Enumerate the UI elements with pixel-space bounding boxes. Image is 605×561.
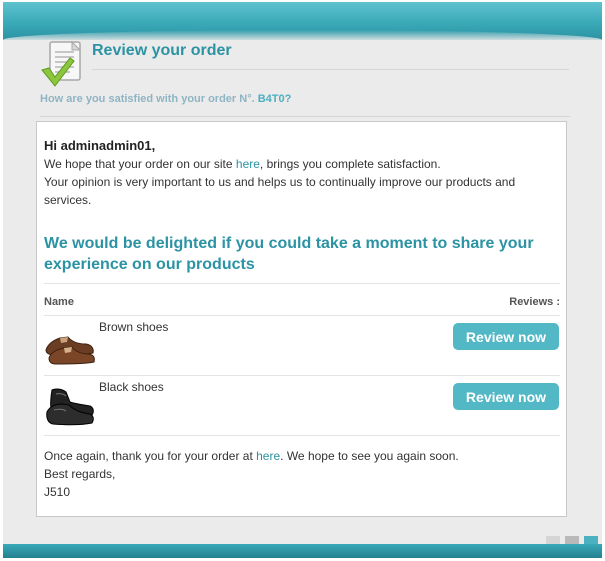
pager-dot-active[interactable] [584,536,598,544]
signature: J510 [44,485,71,499]
product-row: Black shoes Review now [44,378,560,436]
product-row: Brown shoes Review now [44,318,560,376]
black-shoes-icon [46,388,94,426]
order-question: How are you satisfied with your order N°… [40,93,291,105]
closing-text-end: . We hope to see you again soon. [280,449,459,463]
order-question-text: How are you satisfied with your order N°… [40,93,255,105]
site-link[interactable]: here [256,449,280,463]
pager-dot[interactable] [565,536,579,544]
greeting: Hi adminadmin01, [44,138,156,153]
review-headline: We would be delighted if you could take … [44,235,534,273]
column-header-reviews: Reviews : [509,296,560,308]
product-name: Black shoes [99,380,164,394]
divider [44,283,560,284]
brown-shoes-icon [45,336,95,365]
document-checkmark-icon [41,40,82,87]
intro-text-line2: Your opinion is very important to us and… [44,175,516,207]
header-band [3,2,602,40]
page-title: Review your order [92,42,232,59]
intro-text-end: , brings you complete satisfaction. [259,157,441,171]
divider [44,315,560,316]
site-link[interactable]: here [236,157,260,171]
pager-dot[interactable] [546,536,560,544]
email-content: Hi adminadmin01, We hope that your order… [36,121,567,517]
title-divider [92,69,569,70]
regards: Best regards, [44,467,116,481]
review-now-button[interactable]: Review now [453,383,559,410]
column-header-name: Name [44,296,74,308]
intro-text: We hope that your order on our site [44,157,236,171]
closing-paragraph: Once again, thank you for your order at … [44,447,554,501]
footer-band [3,544,602,558]
subtitle-divider [40,116,570,117]
divider [44,375,560,376]
closing-text: Once again, thank you for your order at [44,449,257,463]
review-now-button[interactable]: Review now [453,323,559,350]
divider [44,435,560,436]
product-name: Brown shoes [99,320,169,334]
intro-paragraph: We hope that your order on our site here… [44,155,544,209]
order-reference: B4T0? [257,93,292,105]
